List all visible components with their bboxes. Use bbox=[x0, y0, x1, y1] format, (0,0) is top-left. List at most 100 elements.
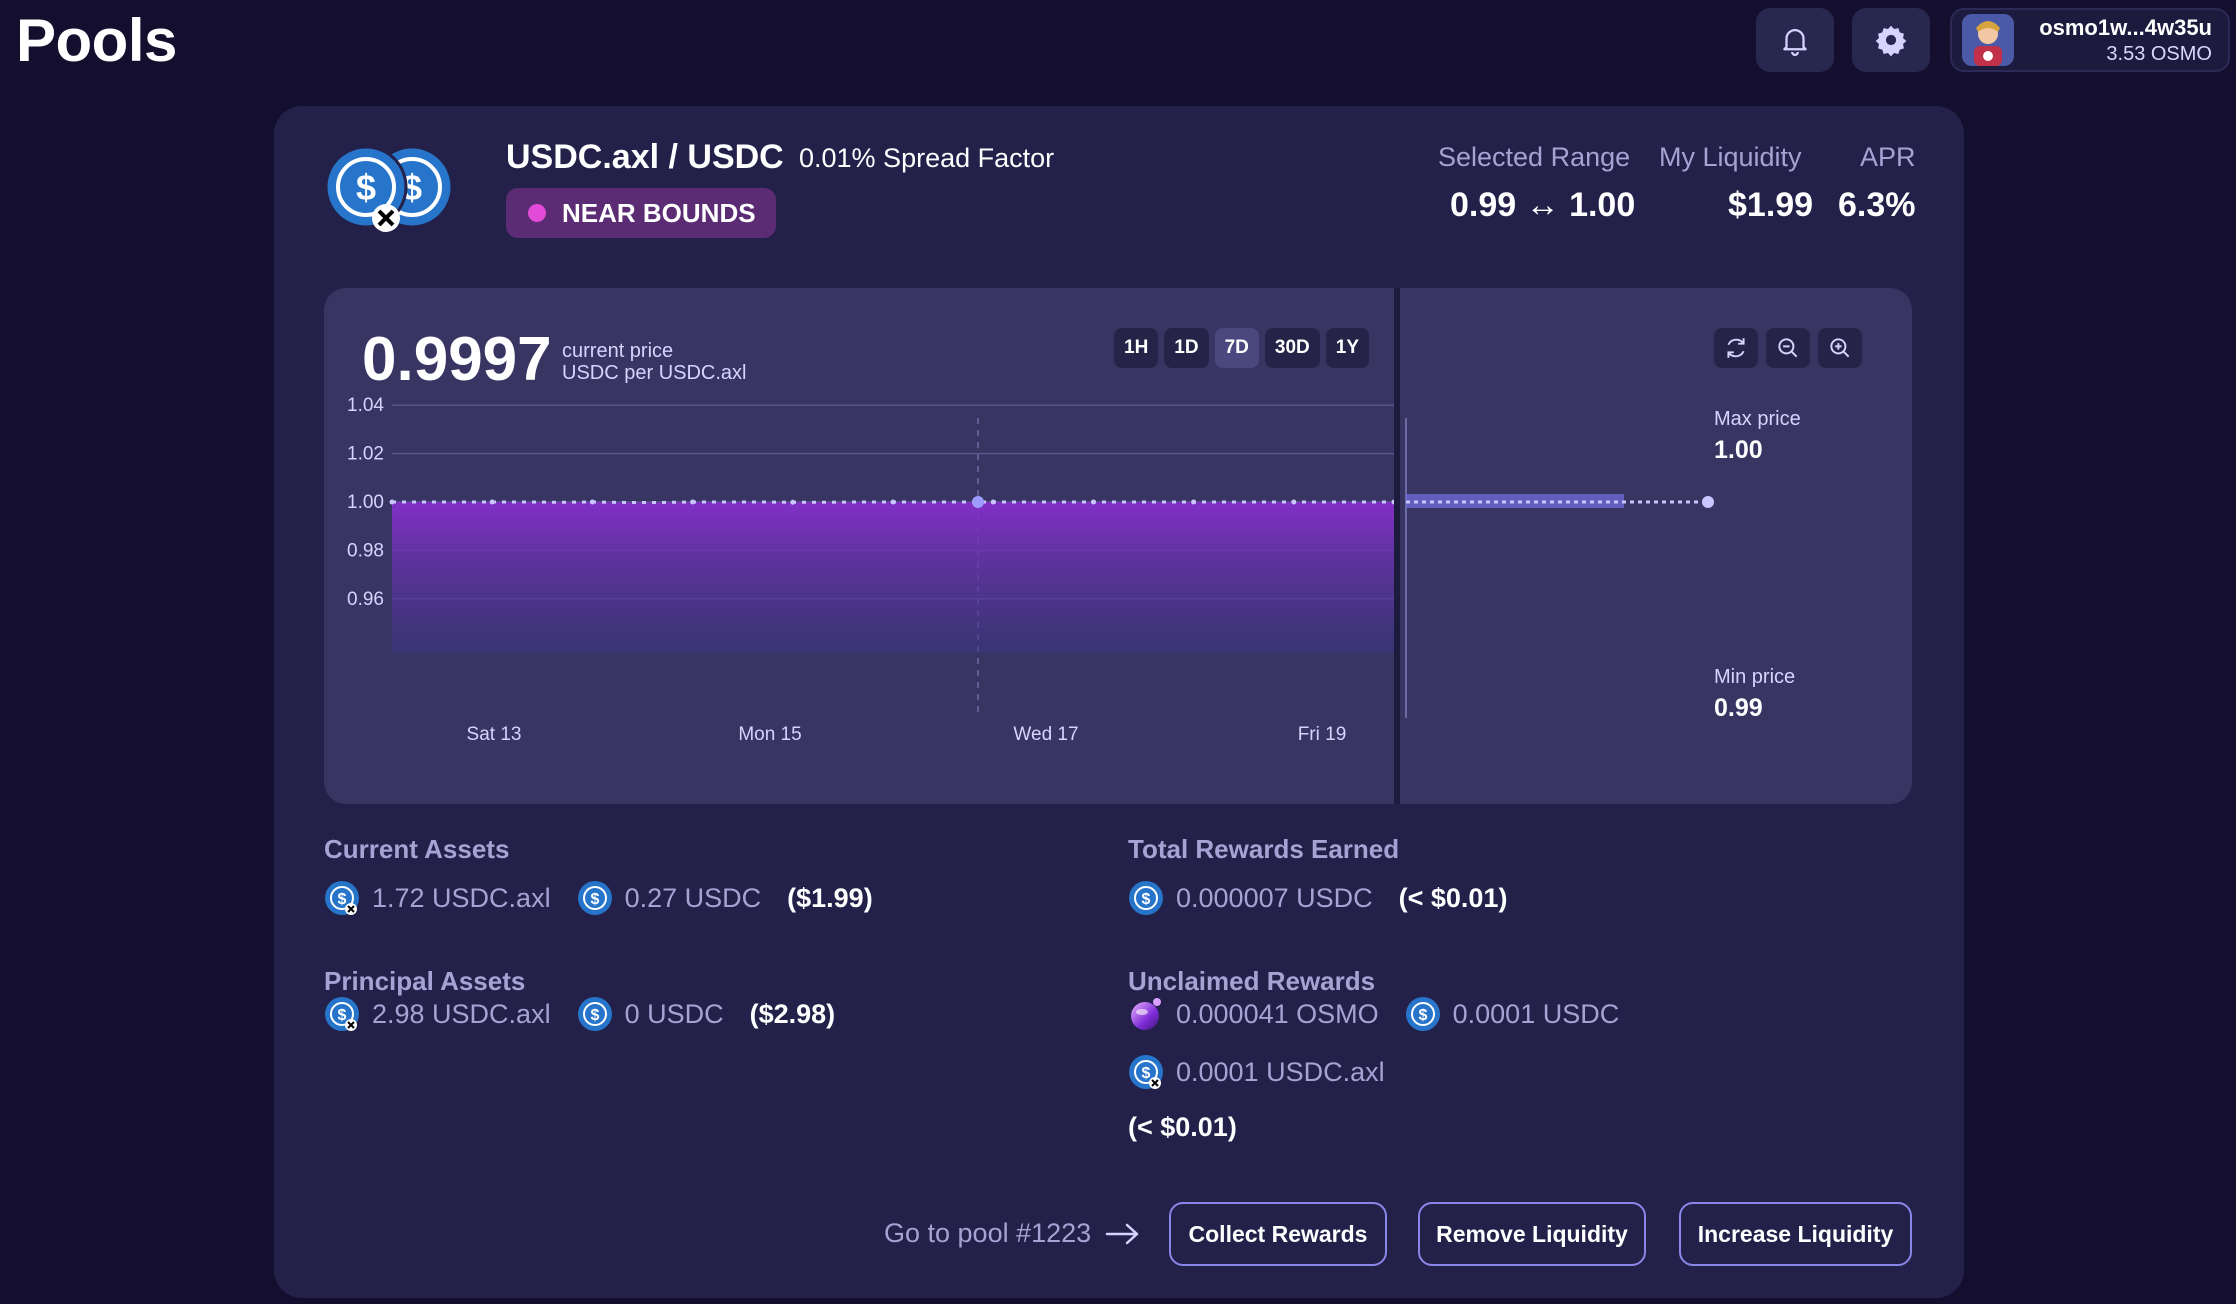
total-rewards-usd: (< $0.01) bbox=[1398, 882, 1508, 913]
current-price-caption: current price bbox=[562, 340, 674, 362]
osmo-icon bbox=[1131, 998, 1161, 1030]
zoom-out-icon bbox=[1778, 338, 1798, 358]
collect-rewards-button[interactable]: Collect Rewards bbox=[1169, 1202, 1387, 1266]
min-price-label: Min price bbox=[1714, 666, 1796, 688]
timeframe-7d[interactable]: 7D bbox=[1214, 328, 1259, 368]
gear-icon bbox=[1875, 25, 1907, 57]
x-tick-label: Sat 13 bbox=[467, 724, 522, 745]
my-liquidity-value: $1.99 bbox=[1728, 186, 1814, 224]
max-price-value: 1.00 bbox=[1714, 436, 1763, 464]
price-point bbox=[990, 499, 996, 505]
remove-liquidity-button[interactable]: Remove Liquidity bbox=[1418, 1202, 1646, 1266]
asset-text: 0.0001 USDC.axl bbox=[1176, 1056, 1385, 1087]
wallet-balance: 3.53 OSMO bbox=[2106, 42, 2212, 65]
principal-assets-values: $ 2.98 USDC.axl $ 0 USDC ($2.98) bbox=[324, 996, 835, 1032]
apr-value: 6.3% bbox=[1838, 186, 1916, 224]
total-rewards-label: Total Rewards Earned bbox=[1128, 834, 1400, 864]
unclaimed-rewards-row-2: $ 0.0001 USDC.axl bbox=[1128, 1054, 1411, 1090]
total-reward-usdc: $ 0.000007 USDC bbox=[1128, 880, 1373, 916]
y-tick-label: 1.00 bbox=[347, 492, 384, 513]
unclaimed-rewards-usd-row: (< $0.01) bbox=[1128, 1112, 1237, 1143]
price-point bbox=[1090, 499, 1096, 505]
usdc-icon: $ bbox=[1129, 881, 1163, 915]
asset-text: 0.0001 USDC bbox=[1452, 998, 1620, 1029]
usdc-axl-icon: $ bbox=[325, 997, 359, 1031]
avatar bbox=[1962, 14, 2014, 66]
max-price-label: Max price bbox=[1714, 408, 1801, 430]
current-price-handle[interactable] bbox=[1702, 496, 1714, 508]
status-label: NEAR BOUNDS bbox=[562, 197, 756, 228]
unclaimed-rewards-usd: (< $0.01) bbox=[1128, 1112, 1237, 1142]
current-assets-row: $ 1.72 USDC.axl $ 0.27 USDC ($1.99) bbox=[324, 880, 873, 916]
y-tick-label: 1.04 bbox=[347, 395, 384, 416]
svg-text:$: $ bbox=[356, 167, 376, 208]
total-rewards-row: $ 0.000007 USDC (< $0.01) bbox=[1128, 880, 1507, 916]
current-assets-label: Current Assets bbox=[324, 834, 510, 864]
pool-pair-icons: $ $ bbox=[324, 144, 454, 234]
principal-assets-usd: ($2.98) bbox=[749, 998, 836, 1029]
unclaimed-reward-osmo: 0.000041 OSMO bbox=[1128, 996, 1379, 1032]
asset-text: 2.98 USDC.axl bbox=[372, 998, 551, 1029]
notifications-button[interactable] bbox=[1756, 8, 1834, 72]
timeframe-1y[interactable]: 1Y bbox=[1325, 328, 1369, 368]
svg-text:$: $ bbox=[338, 891, 347, 908]
price-point bbox=[690, 499, 696, 505]
asset-text: 0.000041 OSMO bbox=[1176, 998, 1379, 1029]
principal-asset-usdc: $ 0 USDC bbox=[577, 996, 724, 1032]
timeframe-1h[interactable]: 1H bbox=[1114, 328, 1159, 368]
price-point bbox=[890, 499, 896, 505]
price-point bbox=[1291, 499, 1297, 505]
asset-text: 1.72 USDC.axl bbox=[372, 882, 551, 913]
unclaimed-rewards-row-1: 0.000041 OSMO $ 0.0001 USDC bbox=[1128, 996, 1645, 1032]
x-tick-label: Wed 17 bbox=[1013, 724, 1078, 745]
refresh-icon bbox=[1727, 338, 1745, 358]
price-point bbox=[790, 499, 796, 505]
current-price-label: current price USDC per USDC.axl bbox=[562, 340, 746, 384]
svg-text:$: $ bbox=[1142, 1065, 1151, 1082]
increase-liquidity-button[interactable]: Increase Liquidity bbox=[1679, 1202, 1912, 1266]
settings-button[interactable] bbox=[1852, 8, 1930, 72]
position-card: $ $ USDC.axl / USDC 0.01% Spread Factor … bbox=[274, 106, 1964, 1298]
status-dot bbox=[528, 204, 546, 222]
chart-divider bbox=[1394, 288, 1400, 804]
goto-pool-label: Go to pool #1223 bbox=[884, 1218, 1092, 1248]
current-price: 0.9997 bbox=[362, 325, 552, 394]
timeframe-1d[interactable]: 1D bbox=[1164, 328, 1209, 368]
wallet-button[interactable]: osmo1w...4w35u 3.53 OSMO bbox=[1950, 8, 2230, 72]
usdc-axl-icon: $ bbox=[1129, 1055, 1163, 1089]
usdc-icon: $ bbox=[1405, 997, 1440, 1031]
asset-text: 0.27 USDC bbox=[624, 882, 762, 913]
status-badge: NEAR BOUNDS bbox=[506, 188, 776, 238]
principal-asset-usdc-axl: $ 2.98 USDC.axl bbox=[324, 996, 551, 1032]
current-asset-usdc: $ 0.27 USDC bbox=[577, 880, 762, 916]
wallet-address: osmo1w...4w35u bbox=[2039, 14, 2212, 40]
price-point bbox=[589, 499, 595, 505]
pool-pair-title: USDC.axl / USDC bbox=[506, 138, 784, 176]
zoom-in-button[interactable] bbox=[1818, 328, 1862, 368]
goto-pool-link[interactable]: Go to pool #1223 bbox=[884, 1218, 1141, 1249]
timeframe-30d[interactable]: 30D bbox=[1264, 328, 1320, 368]
principal-assets-label: Principal Assets bbox=[324, 966, 526, 996]
usdc-icon: $ bbox=[577, 997, 612, 1031]
y-tick-label: 1.02 bbox=[347, 444, 384, 465]
zoom-in-icon bbox=[1830, 338, 1850, 358]
arrow-right-icon bbox=[1105, 1223, 1139, 1244]
price-point bbox=[489, 499, 495, 505]
svg-text:$: $ bbox=[1142, 891, 1151, 908]
y-tick-label: 0.96 bbox=[347, 589, 384, 610]
selected-range-label: Selected Range bbox=[1438, 142, 1631, 172]
current-asset-usdc-axl: $ 1.72 USDC.axl bbox=[324, 880, 551, 916]
unclaimed-reward-usdc: $ 0.0001 USDC bbox=[1405, 996, 1620, 1032]
my-liquidity-label: My Liquidity bbox=[1659, 142, 1802, 172]
usdc-icon: $ bbox=[577, 881, 612, 915]
refresh-button[interactable] bbox=[1714, 328, 1758, 368]
min-price-value: 0.99 bbox=[1714, 694, 1763, 722]
usdc-axl-icon: $ bbox=[325, 881, 359, 915]
zoom-out-button[interactable] bbox=[1766, 328, 1810, 368]
bell-icon bbox=[1783, 29, 1807, 56]
svg-text:$: $ bbox=[590, 891, 599, 908]
svg-text:$: $ bbox=[590, 1007, 599, 1024]
price-chart-panel: 1.04 1.02 1.00 0.98 0.96 Sat 13 Mon 15 Wed 17 Fr… bbox=[324, 288, 1912, 804]
x-tick-label: Mon 15 bbox=[738, 724, 801, 745]
asset-text: 0.000007 USDC bbox=[1176, 882, 1373, 913]
